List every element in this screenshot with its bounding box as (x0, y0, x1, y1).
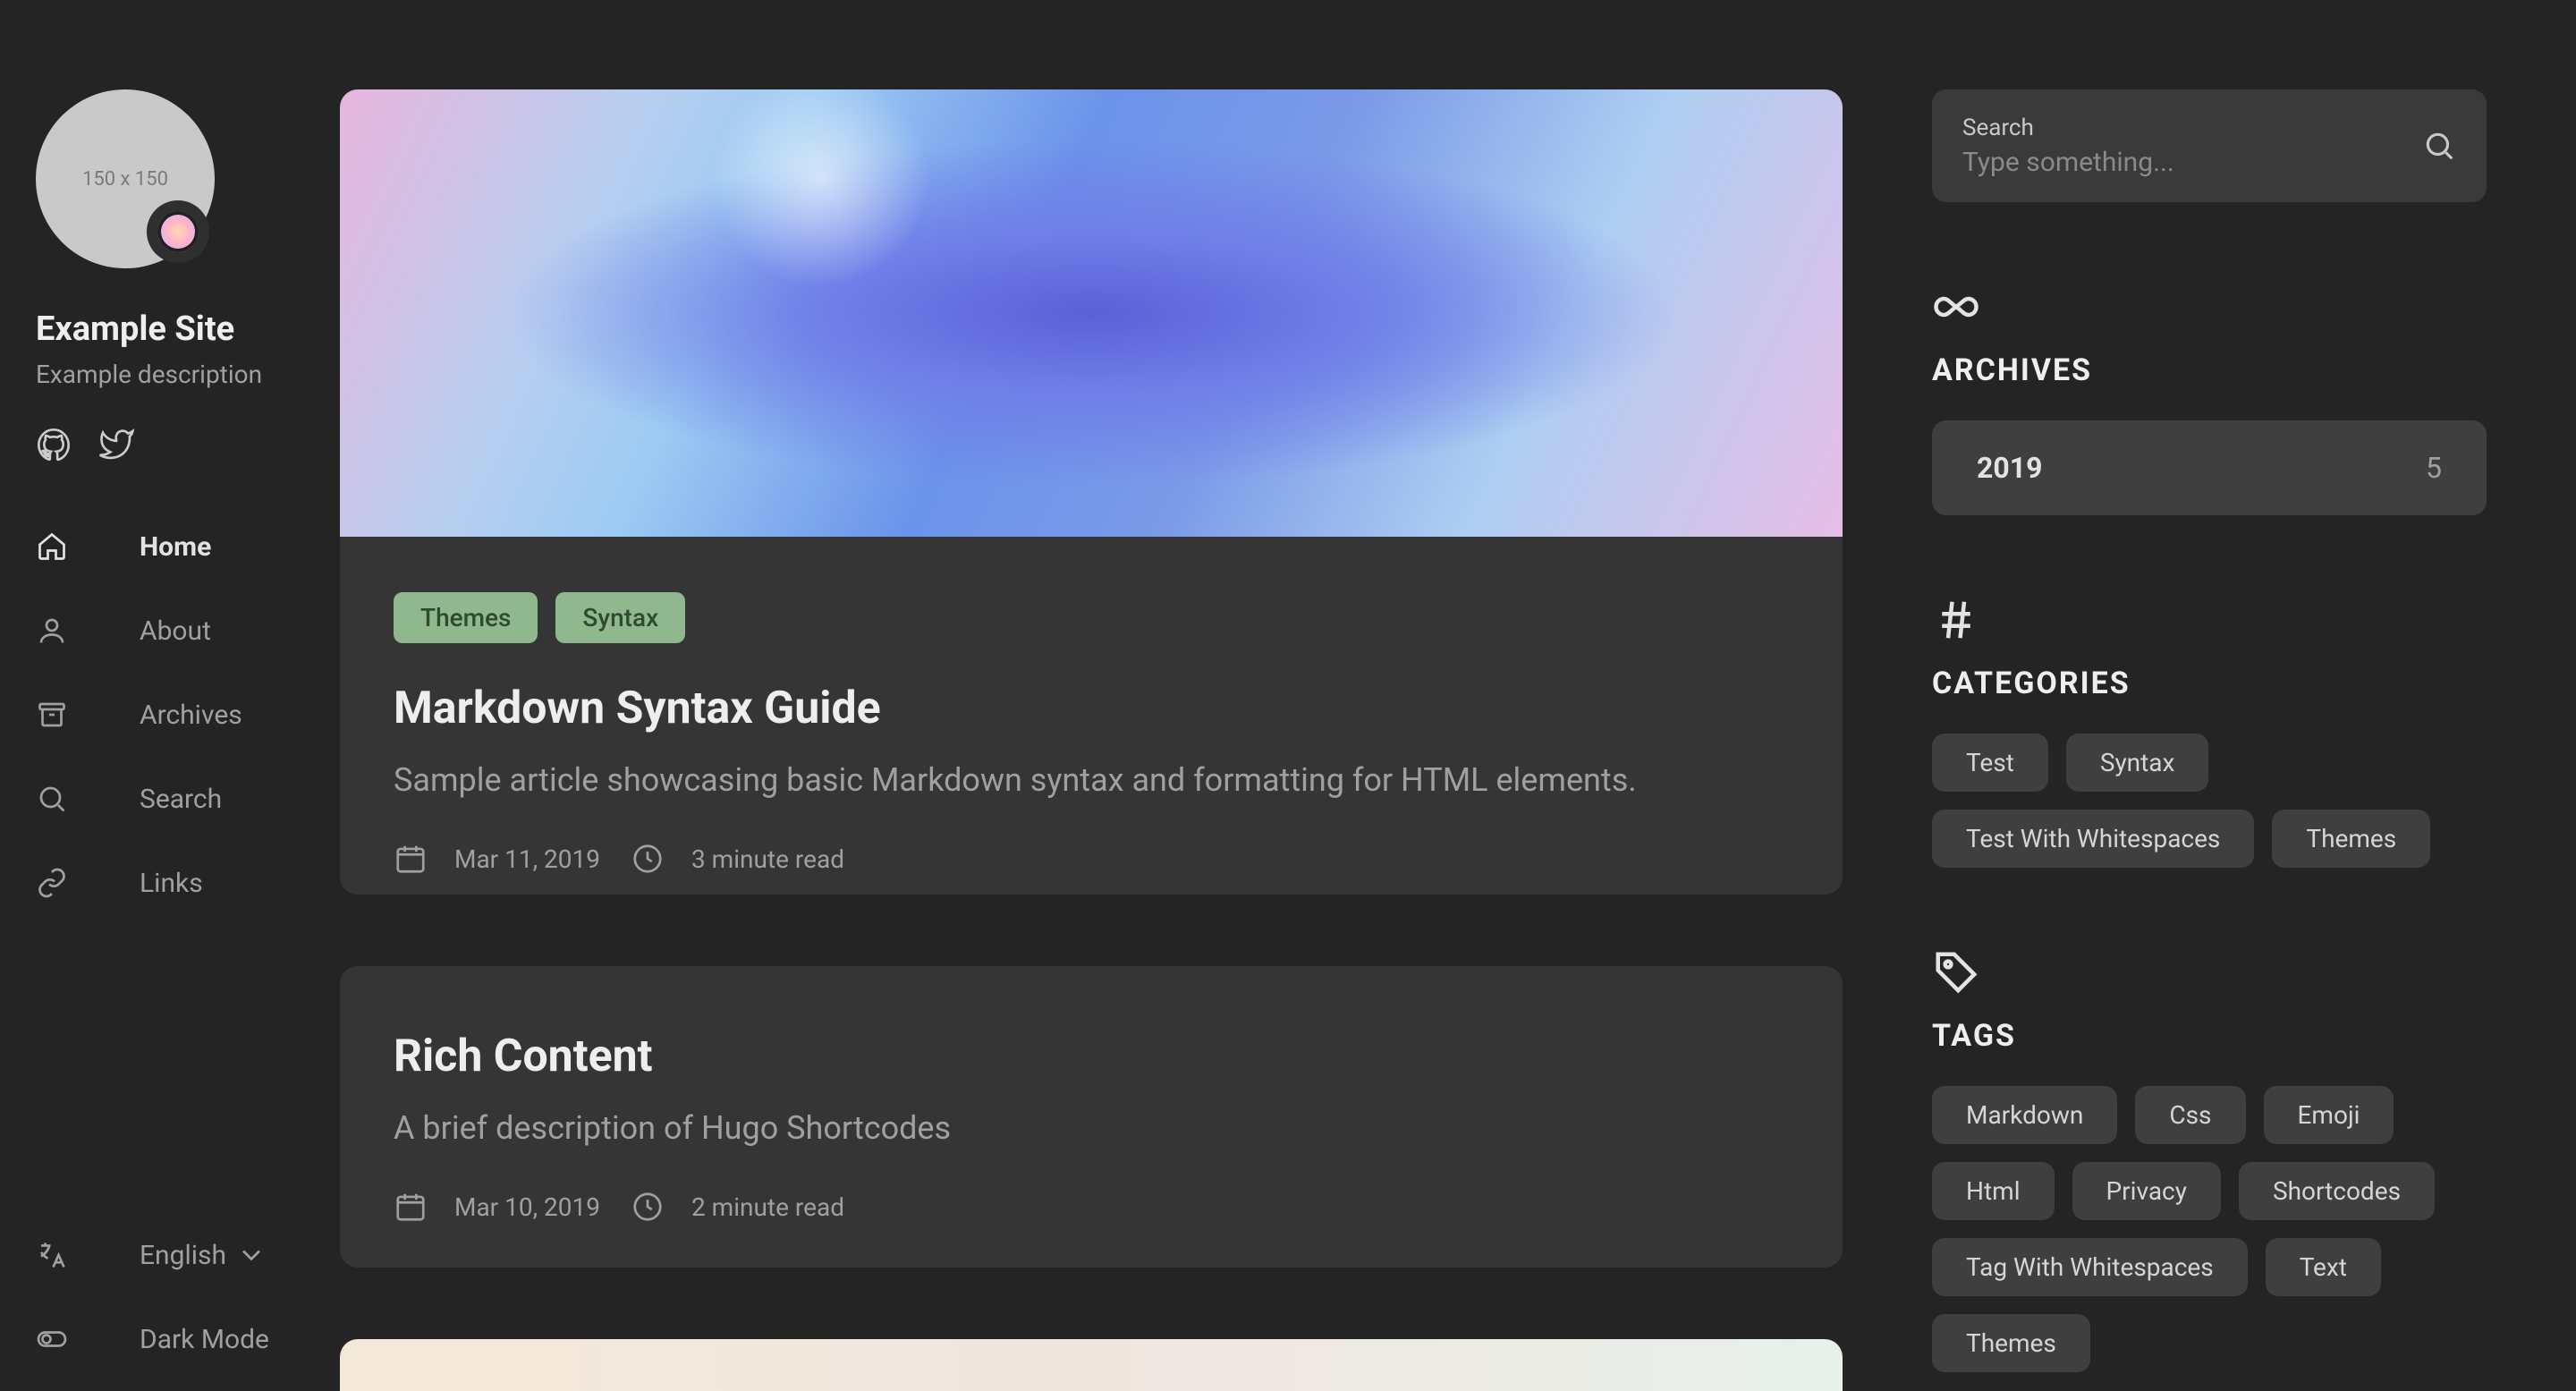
post-body: Rich Content A brief description of Hugo… (340, 966, 1843, 1268)
avatar-text: 150 x 150 (82, 168, 168, 191)
post-tags: Themes Syntax (394, 592, 1789, 643)
dark-mode-toggle[interactable]: Dark Mode (36, 1323, 304, 1355)
search-icon (2422, 129, 2456, 163)
tag-chip[interactable]: Themes (1932, 1314, 2090, 1372)
nav-home[interactable]: Home (36, 530, 304, 563)
tag-chip[interactable]: Emoji (2264, 1086, 2394, 1144)
post-body: Themes Syntax Markdown Syntax Guide Samp… (340, 537, 1843, 895)
archive-year-count: 5 (2426, 451, 2442, 485)
twitter-icon[interactable] (98, 427, 134, 466)
language-icon (36, 1239, 68, 1271)
tag-icon (1932, 948, 1980, 997)
post-date-text: Mar 10, 2019 (454, 1192, 600, 1222)
github-icon[interactable] (36, 427, 72, 466)
post-card[interactable]: Rich Content A brief description of Hugo… (340, 966, 1843, 1268)
chevron-down-icon (235, 1239, 267, 1271)
post-date-text: Mar 11, 2019 (454, 844, 600, 874)
post-subtitle: Sample article showcasing basic Markdown… (394, 758, 1789, 802)
hash-icon (1932, 596, 1980, 644)
left-sidebar: 150 x 150 Example Site Example descripti… (0, 0, 340, 1391)
link-icon (36, 867, 68, 899)
main-content: Themes Syntax Markdown Syntax Guide Samp… (340, 0, 1843, 1391)
dark-mode-label: Dark Mode (140, 1324, 269, 1355)
post-title: Rich Content (394, 1031, 1789, 1082)
tag-chip[interactable]: Markdown (1932, 1086, 2117, 1144)
search-text: Search Type something... (1962, 115, 2174, 178)
site-description: Example description (36, 360, 304, 389)
categories-section: CATEGORIES Test Syntax Test With Whitesp… (1932, 596, 2487, 868)
post-title: Markdown Syntax Guide (394, 683, 1789, 734)
tag-chip[interactable]: Css (2135, 1086, 2245, 1144)
sidebar-bottom: English Dark Mode (36, 1239, 304, 1355)
category-chip[interactable]: Themes (2272, 810, 2430, 868)
post-tag[interactable]: Syntax (555, 592, 685, 643)
right-sidebar: Search Type something... ARCHIVES 2019 5… (1896, 0, 2522, 1391)
post-read-time: 3 minute read (631, 842, 844, 876)
post-card-peek[interactable] (340, 1339, 1843, 1391)
post-featured-image (340, 89, 1843, 537)
tag-chips: Markdown Css Emoji Html Privacy Shortcod… (1932, 1086, 2487, 1372)
tag-chip[interactable]: Shortcodes (2239, 1162, 2435, 1220)
search-icon (36, 783, 68, 815)
avatar-wrap[interactable]: 150 x 150 (36, 89, 215, 268)
post-date: Mar 11, 2019 (394, 842, 600, 876)
nav-home-label: Home (140, 531, 211, 563)
archive-year[interactable]: 2019 5 (1932, 420, 2487, 515)
nav-about-label: About (140, 615, 211, 647)
post-meta: Mar 11, 2019 3 minute read (394, 842, 1789, 876)
nav-links[interactable]: Links (36, 867, 304, 899)
clock-icon (631, 842, 665, 876)
post-read-time-text: 3 minute read (691, 844, 844, 874)
nav-archives[interactable]: Archives (36, 699, 304, 731)
search-placeholder: Type something... (1962, 147, 2174, 178)
site-title: Example Site (36, 310, 304, 349)
search-box[interactable]: Search Type something... (1932, 89, 2487, 202)
calendar-icon (394, 842, 428, 876)
home-icon (36, 530, 68, 563)
tag-chip[interactable]: Privacy (2072, 1162, 2221, 1220)
post-meta: Mar 10, 2019 2 minute read (394, 1190, 1789, 1224)
tag-chip[interactable]: Tag With Whitespaces (1932, 1238, 2248, 1296)
tag-chip[interactable]: Html (1932, 1162, 2055, 1220)
category-chips: Test Syntax Test With Whitespaces Themes (1932, 734, 2487, 868)
calendar-icon (394, 1190, 428, 1224)
post-card[interactable]: Themes Syntax Markdown Syntax Guide Samp… (340, 89, 1843, 895)
social-links (36, 427, 304, 466)
nav-links-label: Links (140, 868, 203, 899)
tags-heading: TAGS (1932, 1018, 2487, 1054)
post-tag[interactable]: Themes (394, 592, 538, 643)
category-chip[interactable]: Test With Whitespaces (1932, 810, 2254, 868)
category-chip[interactable]: Syntax (2066, 734, 2209, 792)
nav-search-label: Search (140, 784, 222, 815)
search-label: Search (1962, 115, 2174, 141)
main-nav: Home About Archives Search Links (36, 530, 304, 899)
clock-icon (631, 1190, 665, 1224)
language-selector[interactable]: English (36, 1239, 304, 1271)
archive-icon (36, 699, 68, 731)
language-label: English (140, 1239, 267, 1271)
user-icon (36, 615, 68, 647)
categories-heading: CATEGORIES (1932, 666, 2487, 701)
nav-archives-label: Archives (140, 700, 242, 731)
avatar-badge (147, 200, 209, 263)
avatar-badge-emoji-icon (157, 211, 199, 252)
tag-chip[interactable]: Text (2266, 1238, 2381, 1296)
archives-section: ARCHIVES 2019 5 (1932, 283, 2487, 515)
post-subtitle: A brief description of Hugo Shortcodes (394, 1106, 1789, 1150)
post-read-time: 2 minute read (631, 1190, 844, 1224)
toggle-icon (36, 1323, 68, 1355)
tags-section: TAGS Markdown Css Emoji Html Privacy Sho… (1932, 948, 2487, 1372)
nav-search[interactable]: Search (36, 783, 304, 815)
category-chip[interactable]: Test (1932, 734, 2048, 792)
post-date: Mar 10, 2019 (394, 1190, 600, 1224)
archives-heading: ARCHIVES (1932, 352, 2487, 388)
nav-about[interactable]: About (36, 615, 304, 647)
archive-year-label: 2019 (1977, 451, 2042, 485)
infinity-icon (1932, 283, 1980, 331)
post-read-time-text: 2 minute read (691, 1192, 844, 1222)
